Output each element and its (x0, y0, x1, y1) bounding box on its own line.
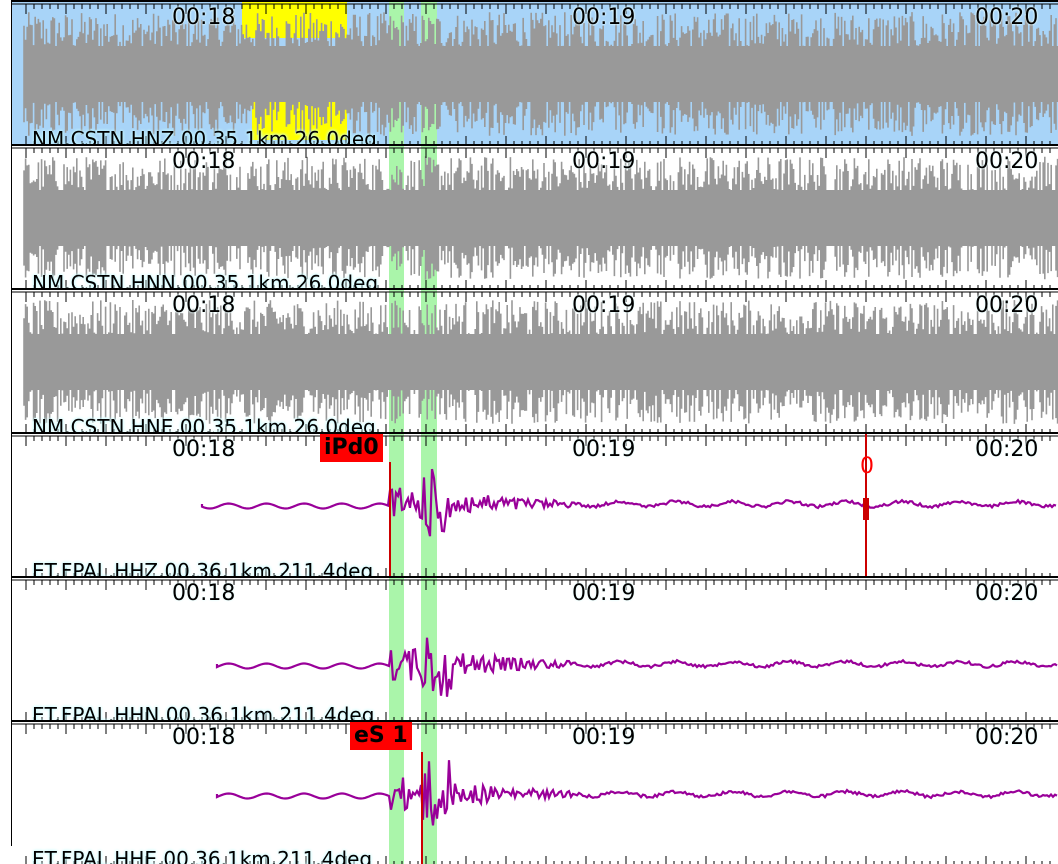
time-tick-label: 00:18 (172, 581, 236, 606)
time-tick-label: 00:19 (572, 581, 636, 606)
time-tick-label: 00:20 (975, 581, 1039, 606)
time-tick-label: 00:20 (975, 725, 1039, 750)
origin-marker-label: 0 (860, 454, 874, 479)
trace-plot (12, 722, 1058, 864)
trace-group (12, 722, 1058, 864)
panel-background (12, 434, 1058, 576)
time-tick-label: 00:18 (172, 5, 236, 30)
panel-background (12, 722, 1058, 864)
time-tick-label: 00:19 (572, 437, 636, 462)
waveform-core (24, 190, 1058, 246)
waveform-core (24, 334, 1058, 390)
trace-panel-fpal-hhn[interactable]: 00:18 00:19 00:20 ET.FPAL.HHN.00.36.1km.… (12, 576, 1058, 720)
pick-label-s[interactable]: eS 1 (350, 722, 412, 750)
trace-panel-fpal-hhe[interactable]: 00:18 00:19 00:20 eS 1 ET.FPAL.HHE.00.36… (12, 720, 1058, 864)
seismogram-viewer: 00:18 00:19 00:20 NM.CSTN.HNZ.00.35.1km.… (0, 0, 1058, 864)
origin-marker-block (863, 498, 869, 520)
time-tick-label: 00:20 (975, 293, 1039, 318)
trace-panel-cstn-hne[interactable]: 00:18 00:19 00:20 NM.CSTN.HNE.00.35.1km.… (12, 288, 1058, 432)
trace-group (12, 578, 1058, 720)
channel-label: ET.FPAL.HHZ.00.36.1km.211.4deg (32, 559, 374, 576)
panel-background (12, 578, 1058, 720)
time-tick-label: 00:19 (572, 5, 636, 30)
viewer-left-border (0, 0, 12, 846)
time-tick-label: 00:20 (975, 149, 1039, 174)
trace-group (12, 434, 1058, 576)
trace-plot (12, 434, 1058, 576)
channel-label: ET.FPAL.HHE.00.36.1km.211.4deg (32, 847, 373, 864)
pick-window (389, 578, 404, 720)
time-tick-label: 00:19 (572, 149, 636, 174)
time-tick-label: 00:18 (172, 437, 236, 462)
time-tick-label: 00:20 (975, 5, 1039, 30)
trace-plot (12, 290, 1058, 432)
channel-label: NM.CSTN.HNN.00.35.1km.26.0deg (32, 271, 379, 288)
trace-group (12, 290, 1058, 432)
trace-plot (12, 2, 1058, 144)
time-tick-label: 00:19 (572, 293, 636, 318)
pick-label-p[interactable]: iPd0 (320, 434, 383, 462)
time-tick-label: 00:20 (975, 437, 1039, 462)
time-tick-label: 00:18 (172, 149, 236, 174)
trace-plot (12, 578, 1058, 720)
trace-plot (12, 146, 1058, 288)
trace-panel-cstn-hnz[interactable]: 00:18 00:19 00:20 NM.CSTN.HNZ.00.35.1km.… (12, 0, 1058, 144)
time-tick-label: 00:19 (572, 725, 636, 750)
channel-label: ET.FPAL.HHN.00.36.1km.211.4deg (32, 703, 375, 720)
channel-label: NM.CSTN.HNE.00.35.1km.26.0deg (32, 415, 376, 432)
trace-group (12, 146, 1058, 288)
waveform-core (24, 46, 1058, 102)
time-tick-label: 00:18 (172, 725, 236, 750)
trace-group (12, 2, 1058, 144)
trace-panel-cstn-hnn[interactable]: 00:18 00:19 00:20 NM.CSTN.HNN.00.35.1km.… (12, 144, 1058, 288)
trace-panel-fpal-hhz[interactable]: 00:18 00:19 00:20 iPd0 0 ET.FPAL.HHZ.00.… (12, 432, 1058, 576)
channel-label: NM.CSTN.HNZ.00.35.1km.26.0deg (32, 127, 377, 144)
time-tick-label: 00:18 (172, 293, 236, 318)
